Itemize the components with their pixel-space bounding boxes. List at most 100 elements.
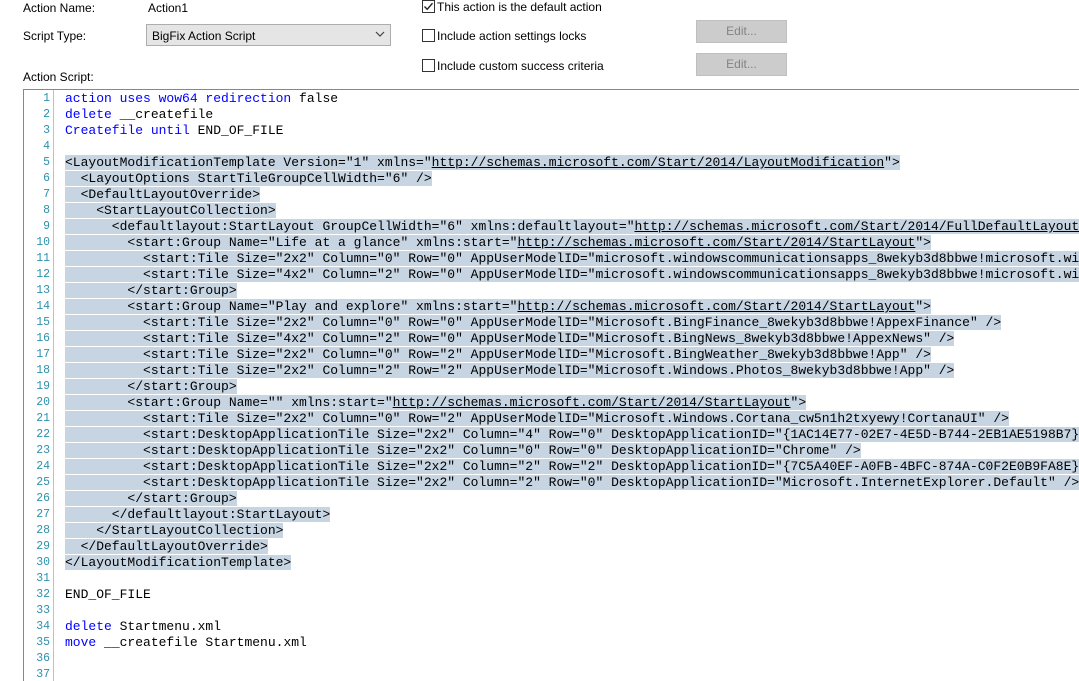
- settings-locks-label: Include action settings locks: [437, 29, 587, 43]
- selected-text: <start:DesktopApplicationTile Size="2x2"…: [65, 427, 1079, 442]
- settings-locks-checkbox[interactable]: [422, 29, 435, 42]
- code-line[interactable]: </start:Group>: [65, 379, 237, 395]
- script-type-value: BigFix Action Script: [152, 29, 256, 43]
- line-number: 29: [36, 540, 50, 553]
- text-token: <start:Tile Size="2x2" Column="0" Row="0…: [65, 315, 1002, 330]
- code-line[interactable]: <start:Tile Size="2x2" Column="0" Row="2…: [65, 411, 1009, 427]
- code-line[interactable]: <start:Tile Size="4x2" Column="2" Row="0…: [65, 331, 955, 347]
- selected-text: </StartLayoutCollection>: [65, 523, 284, 538]
- selected-text: <start:Tile Size="2x2" Column="2" Row="2…: [65, 363, 955, 378]
- code-line[interactable]: </start:Group>: [65, 283, 237, 299]
- code-line[interactable]: move __createfile Startmenu.xml: [65, 635, 307, 651]
- text-token: </start:Group>: [65, 283, 237, 298]
- text-token: <start:Tile Size="2x2" Column="2" Row="2…: [65, 363, 955, 378]
- line-number: 23: [36, 444, 50, 457]
- selected-text: <StartLayoutCollection>: [65, 203, 276, 218]
- code-line[interactable]: delete __createfile: [65, 107, 213, 123]
- code-line[interactable]: delete Startmenu.xml: [65, 619, 221, 635]
- line-number: 21: [36, 412, 50, 425]
- text-token: <start:Tile Size="4x2" Column="2" Row="0…: [65, 331, 955, 346]
- text-token: __createfile Startmenu.xml: [96, 635, 307, 650]
- line-number: 8: [43, 204, 50, 217]
- line-number: 32: [36, 588, 50, 601]
- code-line[interactable]: Createfile until END_OF_FILE: [65, 123, 283, 139]
- edit-success-criteria-button[interactable]: Edit...: [696, 53, 787, 76]
- edit-locks-button[interactable]: Edit...: [696, 20, 787, 43]
- selected-text: </DefaultLayoutOverride>: [65, 539, 268, 554]
- text-token: <LayoutModificationTemplate Version="1" …: [65, 155, 432, 170]
- line-text: delete __createfile: [65, 107, 213, 122]
- text-token: <start:Group Name="Play and explore" xml…: [65, 299, 518, 314]
- action-name-value[interactable]: Action1: [148, 1, 188, 15]
- code-line[interactable]: <LayoutOptions StartTileGroupCellWidth="…: [65, 171, 432, 187]
- code-line[interactable]: </LayoutModificationTemplate>: [65, 555, 292, 571]
- text-token: ">: [790, 395, 807, 410]
- code-line[interactable]: <start:DesktopApplicationTile Size="2x2"…: [65, 459, 1079, 475]
- code-line[interactable]: </DefaultLayoutOverride>: [65, 539, 268, 555]
- line-text: action uses wow64 redirection false: [65, 91, 338, 106]
- code-line[interactable]: <start:Tile Size="2x2" Column="0" Row="2…: [65, 347, 931, 363]
- selected-text: </LayoutModificationTemplate>: [65, 555, 292, 570]
- script-type-dropdown[interactable]: BigFix Action Script: [146, 24, 391, 46]
- text-token: <start:Tile Size="2x2" Column="0" Row="0…: [143, 251, 1079, 266]
- code-line[interactable]: action uses wow64 redirection false: [65, 91, 338, 107]
- code-line[interactable]: <start:Tile Size="4x2" Column="2" Row="0…: [65, 267, 1079, 283]
- text-token: </defaultlayout:StartLayout>: [65, 507, 331, 522]
- selected-text: <start:Tile Size="4x2" Column="2" Row="0…: [65, 267, 1079, 282]
- text-token: <start:DesktopApplicationTile Size="2x2"…: [65, 475, 1079, 490]
- code-line[interactable]: <start:DesktopApplicationTile Size="2x2"…: [65, 475, 1079, 491]
- code-line[interactable]: <start:Tile Size="2x2" Column="0" Row="0…: [65, 315, 1002, 331]
- line-number: 20: [36, 396, 50, 409]
- line-number: 22: [36, 428, 50, 441]
- line-number: 31: [36, 572, 50, 585]
- code-line[interactable]: <StartLayoutCollection>: [65, 203, 276, 219]
- text-token: ">: [915, 235, 931, 250]
- selected-text: <start:Tile Size="2x2" Column="0" Row="2…: [65, 411, 1009, 426]
- line-number: 28: [36, 524, 50, 537]
- line-text: END_OF_FILE: [65, 587, 151, 602]
- url-token: http://schemas.microsoft.com/Start/2014/…: [634, 219, 1079, 234]
- code-line[interactable]: <start:DesktopApplicationTile Size="2x2"…: [65, 443, 861, 459]
- line-number: 16: [36, 332, 50, 345]
- line-text: delete Startmenu.xml: [65, 619, 221, 634]
- url-token: http://schemas.microsoft.com/Start/2014/…: [431, 155, 885, 170]
- code-line[interactable]: <start:DesktopApplicationTile Size="2x2"…: [65, 427, 1079, 443]
- line-number: 13: [36, 284, 50, 297]
- text-token: ">: [915, 299, 931, 314]
- chevron-down-icon: [374, 28, 386, 40]
- code-line[interactable]: <start:Tile Size="2x2" Column="0" Row="0…: [65, 251, 1079, 267]
- text-token: </StartLayoutCollection>: [65, 523, 284, 538]
- line-number: 30: [36, 556, 50, 569]
- text-token: <start:Group Name="Life at a glance" xml…: [65, 235, 518, 250]
- code-line[interactable]: </StartLayoutCollection>: [65, 523, 284, 539]
- selected-text: </start:Group>: [65, 283, 237, 298]
- keyword-token: delete: [65, 107, 112, 122]
- line-number: 15: [36, 316, 50, 329]
- action-script-editor[interactable]: 1 2 3 4 5 6 7 8 9 10 11 12 13 14 15 16 17 18 19 20 21 22 23 24 2…: [23, 89, 1079, 681]
- line-number: 4: [43, 140, 50, 153]
- code-line[interactable]: <defaultlayout:StartLayout GroupCellWidt…: [65, 219, 1079, 235]
- code-line[interactable]: <start:Group Name="" xmlns:start="http:/…: [65, 395, 807, 411]
- code-line[interactable]: <start:Group Name="Life at a glance" xml…: [65, 235, 931, 251]
- line-number: 19: [36, 380, 50, 393]
- text-token: END_OF_FILE: [65, 587, 151, 602]
- line-number: 1: [43, 92, 50, 105]
- default-action-checkbox[interactable]: [422, 0, 435, 13]
- code-line[interactable]: <start:Tile Size="2x2" Column="2" Row="2…: [65, 363, 955, 379]
- text-token: <DefaultLayoutOverride>: [65, 187, 261, 202]
- selected-text: <start:DesktopApplicationTile Size="2x2"…: [65, 459, 1079, 474]
- text-token: END_OF_FILE: [189, 123, 284, 138]
- code-line[interactable]: <start:Group Name="Play and explore" xml…: [65, 299, 931, 315]
- code-line[interactable]: <LayoutModificationTemplate Version="1" …: [65, 155, 900, 171]
- success-criteria-checkbox[interactable]: [422, 59, 435, 72]
- code-line[interactable]: END_OF_FILE: [65, 587, 151, 603]
- text-token: <LayoutOptions StartTileGroupCellWidth="…: [65, 171, 432, 186]
- code-line[interactable]: </defaultlayout:StartLayout>: [65, 507, 331, 523]
- text-token: __createfile: [111, 107, 214, 122]
- code-line[interactable]: <DefaultLayoutOverride>: [65, 187, 261, 203]
- checkmark-icon: [423, 2, 434, 11]
- text-token: <start:Tile Size="4x2" Column="2" Row="0…: [143, 267, 1079, 282]
- code-line[interactable]: </start:Group>: [65, 491, 237, 507]
- text-token: <start:DesktopApplicationTile Size="2x2"…: [65, 459, 1079, 474]
- line-number: 37: [36, 668, 50, 681]
